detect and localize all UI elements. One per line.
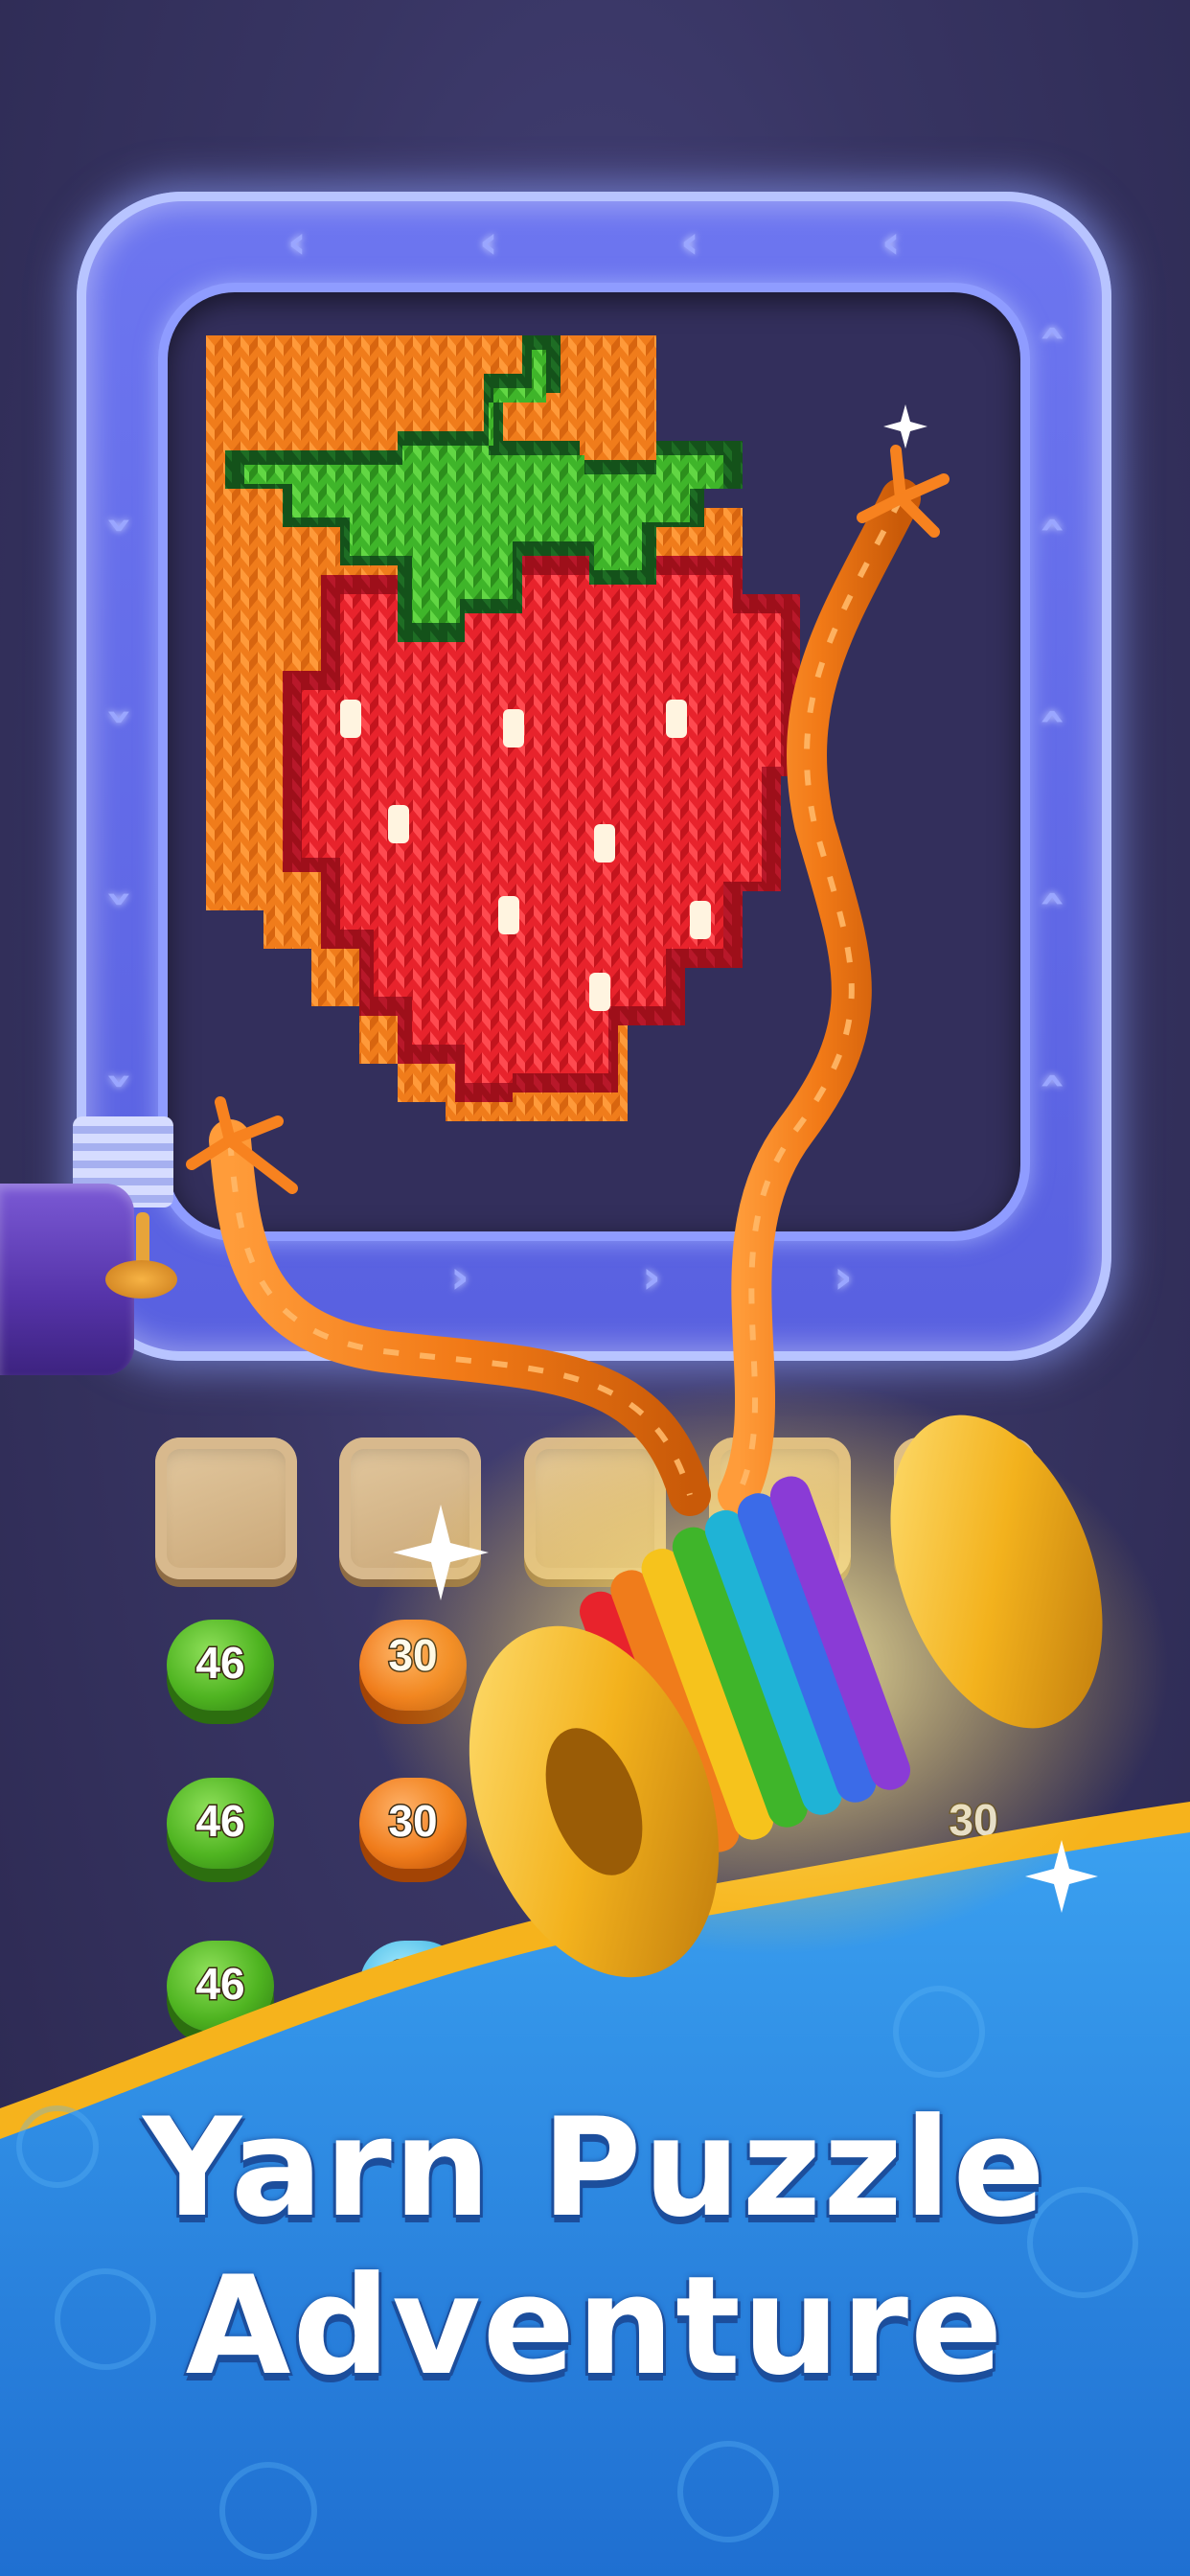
- chevron-down-icon: ‹: [89, 1071, 144, 1091]
- chevron-up-icon: ‹: [1026, 516, 1081, 535]
- empty-slot[interactable]: [155, 1438, 297, 1579]
- empty-slot[interactable]: [524, 1438, 666, 1579]
- chevron-left-icon: ‹: [881, 216, 901, 269]
- spool-peg-base: [105, 1260, 177, 1299]
- chevron-down-icon: ‹: [89, 889, 144, 908]
- chevron-up-icon: ‹: [1026, 707, 1081, 726]
- title-line-2: Adventure: [185, 2247, 1005, 2405]
- chevron-up-icon: ‹: [1026, 889, 1081, 908]
- chevron-down-icon: ‹: [89, 707, 144, 726]
- promo-title: Yarn Puzzle Adventure: [0, 2089, 1190, 2405]
- spool-count: 46: [195, 1637, 246, 1690]
- chevron-right-icon: ›: [642, 1251, 661, 1304]
- title-line-1: Yarn Puzzle: [143, 2089, 1047, 2247]
- chevron-right-icon: ›: [450, 1251, 469, 1304]
- chevron-right-icon: ›: [834, 1251, 853, 1304]
- empty-slot[interactable]: [709, 1438, 851, 1579]
- chevron-down-icon: ‹: [89, 516, 144, 535]
- chevron-up-icon: ‹: [1026, 1071, 1081, 1091]
- chevron-up-icon: ‹: [1026, 324, 1081, 343]
- spool-count: 30: [387, 1629, 439, 1682]
- chevron-left-icon: ‹: [479, 216, 498, 269]
- chevron-left-icon: ‹: [680, 216, 699, 269]
- empty-slot[interactable]: [894, 1438, 1036, 1579]
- empty-slot[interactable]: [339, 1438, 481, 1579]
- chevron-left-icon: ‹: [287, 216, 307, 269]
- knitted-strawberry-picture: [206, 335, 800, 1121]
